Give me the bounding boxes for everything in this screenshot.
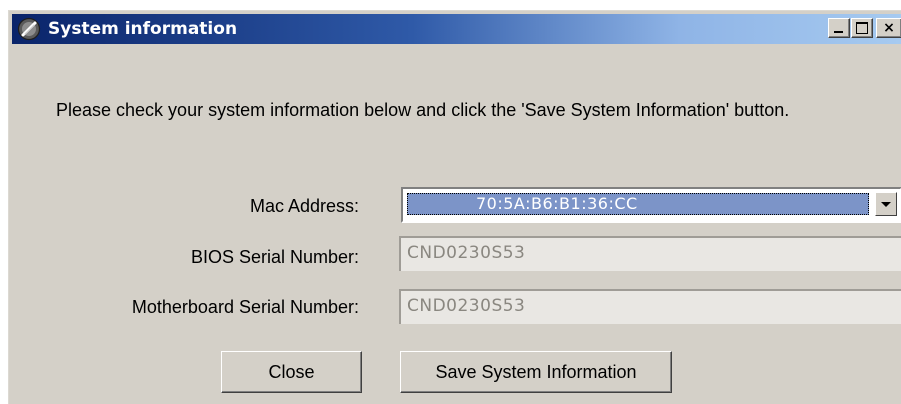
window-title: System information	[48, 19, 238, 39]
title-bar[interactable]: System information ×	[12, 14, 901, 44]
minimize-button[interactable]	[828, 18, 850, 38]
system-info-app-icon	[17, 17, 41, 41]
close-button[interactable]: Close	[221, 351, 362, 393]
instructions-text: Please check your system information bel…	[56, 100, 790, 120]
minimize-icon	[834, 31, 843, 33]
motherboard-serial-label: Motherboard Serial Number:	[131, 297, 359, 317]
dropdown-arrow-button[interactable]	[875, 192, 897, 216]
maximize-icon	[856, 22, 868, 34]
save-system-information-button[interactable]: Save System Information	[400, 351, 672, 393]
window-close-button[interactable]: ×	[876, 18, 901, 38]
mac-address-dropdown[interactable]: 70:5A:B6:B1:36:CC	[401, 187, 901, 223]
maximize-button[interactable]	[851, 18, 873, 38]
mac-address-selected-value: 70:5A:B6:B1:36:CC	[407, 193, 869, 215]
motherboard-serial-field: CND0230S53	[399, 289, 901, 324]
system-information-window: System information × Please check your s…	[7, 9, 901, 404]
chevron-down-icon	[881, 202, 891, 207]
close-icon: ×	[883, 20, 895, 36]
bios-serial-field: CND0230S53	[399, 236, 901, 271]
mac-address-label: Mac Address:	[249, 196, 359, 216]
bios-serial-label: BIOS Serial Number:	[190, 247, 359, 267]
